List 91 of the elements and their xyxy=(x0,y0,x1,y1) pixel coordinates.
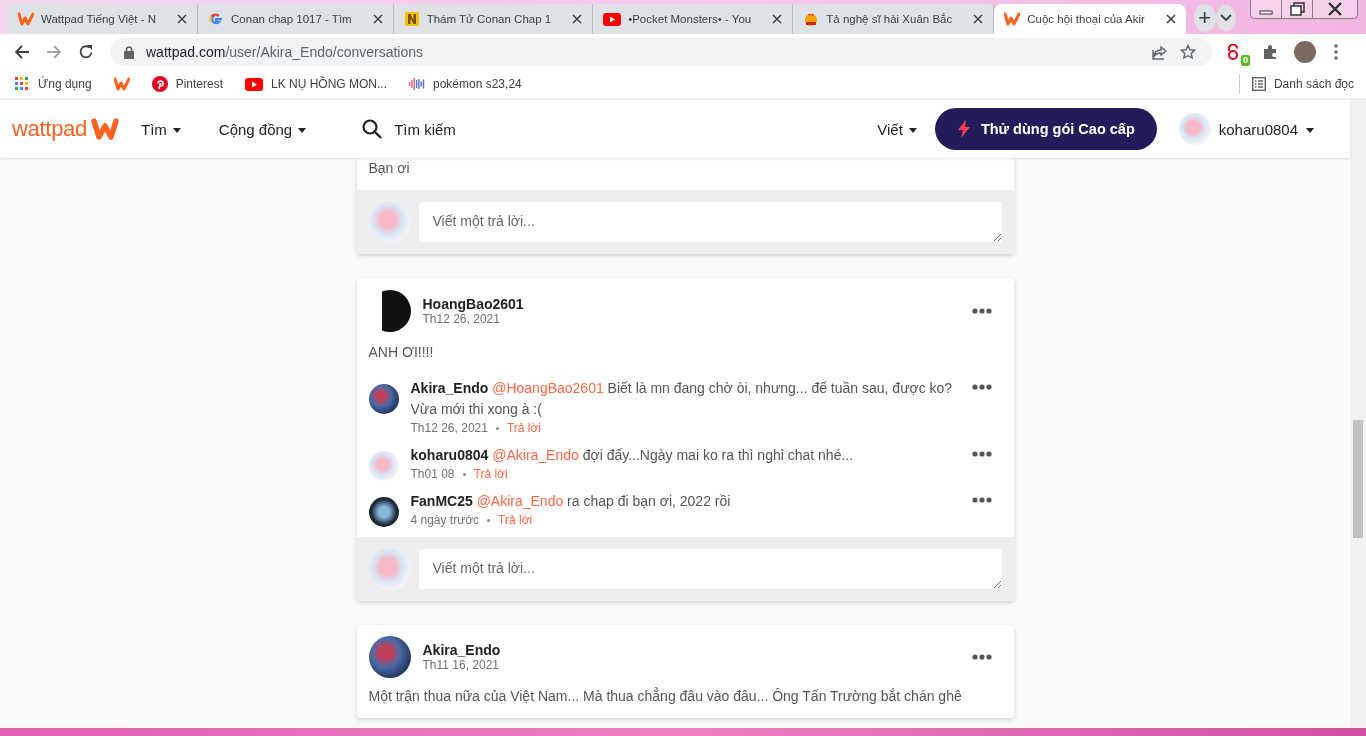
w-logo-icon xyxy=(1004,12,1021,26)
reply-text: Akira_Endo @HoangBao2601 Biết là mn đang chờ òi, nhưng... để tuần sau, được ko? Vừa mới thi xong à :( xyxy=(410,379,954,419)
user-menu[interactable]: koharu0804 xyxy=(1178,113,1314,145)
new-tab-button[interactable]: + xyxy=(1193,4,1216,32)
reply-input[interactable]: Viết một trả lời... xyxy=(418,202,1002,242)
close-icon[interactable] xyxy=(1165,14,1176,24)
close-icon[interactable] xyxy=(372,14,383,24)
browser-tab[interactable]: Thám Tử Conan Chap 1 xyxy=(393,4,594,34)
reply-input[interactable]: Viết một trả lời... xyxy=(418,549,1002,589)
user-avatar xyxy=(1178,113,1211,145)
close-icon[interactable] xyxy=(572,14,583,24)
search-icon xyxy=(362,119,383,139)
user-avatar xyxy=(368,636,411,678)
bookmark-link[interactable]: Ứng dụng xyxy=(14,76,92,92)
browser-tab[interactable]: Cuộc hội thoại của Akir xyxy=(994,4,1186,34)
n-logo-icon xyxy=(403,11,420,27)
separator-dot xyxy=(487,518,491,522)
extension-badge: 0 xyxy=(1241,55,1250,66)
browser-tab[interactable]: Conan chap 1017 - Tìm xyxy=(198,4,394,34)
w-logo-icon xyxy=(90,117,119,141)
close-icon[interactable] xyxy=(973,14,984,24)
more-icon[interactable] xyxy=(971,308,992,314)
browser-tab[interactable]: Wattpad Tiếng Việt - N xyxy=(8,4,199,34)
reading-list-button[interactable]: Danh sách đọc xyxy=(1251,77,1354,91)
profile-avatar[interactable] xyxy=(1294,41,1316,63)
scrollbar[interactable] xyxy=(1350,100,1366,728)
comment-date: Th11 16, 2021 xyxy=(422,658,500,672)
puzzle-icon[interactable] xyxy=(1262,44,1278,60)
separator-dot xyxy=(495,426,499,430)
more-vertical-icon[interactable] xyxy=(1334,44,1338,60)
back-arrow-icon[interactable] xyxy=(14,44,30,60)
comment-text: Bạn ơi xyxy=(367,159,411,178)
caret-icon xyxy=(1306,127,1314,133)
w-logo-icon xyxy=(18,12,34,26)
author-link[interactable]: HoangBao2601 xyxy=(422,296,524,312)
list-icon xyxy=(1251,77,1266,91)
sound-wave-icon xyxy=(409,76,425,92)
author-link[interactable]: koharu0804 xyxy=(410,447,489,463)
comment-date: Th12 26, 2021 xyxy=(422,312,501,326)
close-icon[interactable] xyxy=(772,14,783,24)
user-avatar xyxy=(368,548,411,590)
browser-tab[interactable]: •Pocket Monsters• - You xyxy=(593,4,794,34)
w-logo-icon xyxy=(113,77,130,91)
nav-menu[interactable]: Tìm xyxy=(140,120,181,138)
share-icon[interactable] xyxy=(1152,44,1168,60)
reply-date: 4 ngày trước xyxy=(410,513,480,527)
lightning-icon xyxy=(956,120,971,138)
more-icon[interactable] xyxy=(971,654,992,660)
comment-text: ANH ƠI!!!! xyxy=(367,343,435,362)
more-icon[interactable] xyxy=(971,451,992,457)
browser-tab[interactable]: Tả nghệ sĩ hài Xuân Bắc xyxy=(793,4,995,34)
play-logo-icon xyxy=(603,12,622,26)
write-menu[interactable]: Viết xyxy=(877,120,917,138)
more-icon[interactable] xyxy=(971,384,992,390)
premium-button[interactable]: Thử dùng gói Cao cấp xyxy=(934,108,1157,150)
lock-icon xyxy=(124,45,134,59)
caret-icon xyxy=(298,127,307,133)
caret-icon xyxy=(172,127,181,133)
reload-icon[interactable] xyxy=(78,44,94,60)
nav-menu[interactable]: Cộng đồng xyxy=(218,120,307,138)
tab-search-button[interactable] xyxy=(1215,5,1236,31)
author-link[interactable]: Akira_Endo xyxy=(422,642,501,658)
user-avatar xyxy=(368,497,399,527)
play-logo-icon xyxy=(245,77,263,91)
close-icon[interactable] xyxy=(177,14,188,24)
reply-date: Th12 26, 2021 xyxy=(410,421,488,435)
search-button[interactable]: Tìm kiếm xyxy=(362,119,456,139)
address-bar[interactable]: wattpad.com/user/Akira_Endo/conversations xyxy=(110,38,1212,66)
g-logo-icon xyxy=(208,11,225,27)
url-text: wattpad.com/user/Akira_Endo/conversations xyxy=(146,44,424,60)
scrollbar-thumb[interactable] xyxy=(1353,420,1363,538)
user-avatar xyxy=(368,201,411,243)
reply-text: FanMC25 @Akira_Endo ra chap đi bạn ơi, 2022 rồi xyxy=(410,492,732,511)
reply-text: koharu0804 @Akira_Endo đợi đấy...Ngày mai ko ra thì nghỉ chat nhé... xyxy=(410,446,855,465)
separator-dot xyxy=(462,472,466,476)
bookmark-link[interactable] xyxy=(113,77,130,91)
author-link[interactable]: FanMC25 xyxy=(410,493,473,509)
star-icon[interactable] xyxy=(1180,44,1196,60)
apps-grid-icon xyxy=(14,76,30,92)
bookmark-link[interactable]: Pinterest xyxy=(151,76,223,92)
comment-text: Một trận thua nữa của Việt Nam... Mà thua chẳng đâu vào đâu... Ông Tấn Trường bắt chán ghê xyxy=(367,686,963,706)
reply-date: Th01 08 xyxy=(410,467,455,481)
bookmark-link[interactable]: pokémon s23,24 xyxy=(409,76,522,92)
user-avatar xyxy=(368,451,399,481)
bookmark-link[interactable]: LK NỤ HỒNG MON... xyxy=(245,77,387,91)
chevron-down-icon xyxy=(1219,14,1232,22)
user-avatar xyxy=(368,384,399,414)
author-link[interactable]: Akira_Endo xyxy=(410,380,489,396)
more-icon[interactable] xyxy=(971,497,992,503)
caret-icon xyxy=(908,127,917,133)
p-logo-icon xyxy=(151,76,168,92)
